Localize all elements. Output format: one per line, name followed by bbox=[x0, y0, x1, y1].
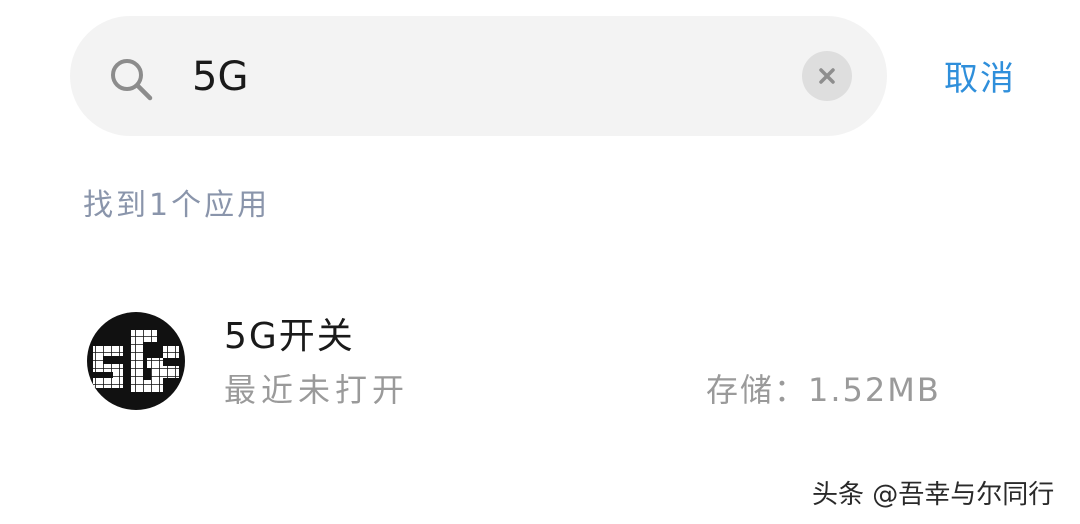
search-icon bbox=[111, 59, 153, 101]
result-count-label: 找到1个应用 bbox=[83, 188, 271, 223]
close-icon bbox=[819, 68, 835, 84]
watermark: 头条 @吾幸与尔同行 bbox=[812, 480, 1055, 510]
clear-search-button[interactable] bbox=[802, 51, 852, 101]
search-input[interactable] bbox=[192, 42, 752, 112]
search-results-screen: 取消 找到1个应用 5G开关 最近未打开 存储：1.52MB bbox=[0, 0, 1080, 524]
app-result-item[interactable]: 5G开关 最近未打开 存储：1.52MB bbox=[0, 296, 1080, 426]
5g-app-icon bbox=[87, 312, 185, 410]
app-storage-size: 存储：1.52MB bbox=[706, 371, 941, 409]
app-last-opened-status: 最近未打开 bbox=[224, 371, 410, 409]
app-name: 5G开关 bbox=[224, 316, 355, 357]
cancel-button[interactable]: 取消 bbox=[944, 55, 1016, 103]
